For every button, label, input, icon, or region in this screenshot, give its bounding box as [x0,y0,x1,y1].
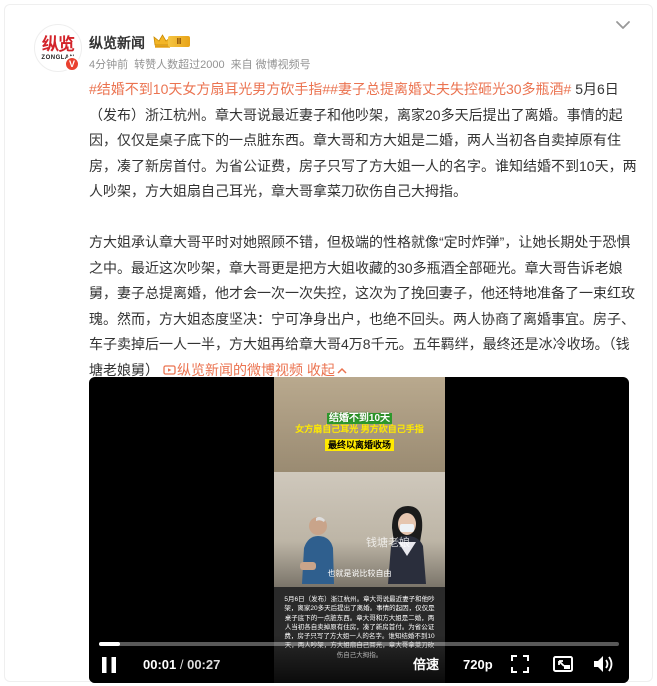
pip-button[interactable] [553,655,573,675]
post-paragraph-2: 方大姐承认章大哥平时对她照顾不错，但极端的性格就像“定时炸弹”，让她长期处于恐惧… [89,230,637,383]
duration: 00:27 [187,657,221,672]
level-badge: II [168,36,190,47]
repost-count: 转赞人数超过2000 [134,59,225,71]
post-text: #结婚不到10天女方扇耳光男方砍手指##妻子总提离婚丈夫失控砸光30多瓶酒# 5… [89,77,637,383]
quality-button[interactable]: 720p [463,655,493,675]
video-progress-fill [99,642,120,646]
username[interactable]: 纵览新闻 [89,33,145,53]
pause-icon [102,657,116,673]
avatar-logo-text: 纵览 [42,34,75,55]
hashtag-2[interactable]: #妻子总提离婚丈夫失控砸光30多瓶酒# [330,81,571,97]
video-overlay-title-2: 女方扇自己耳光 男方砍自己手指 [295,424,424,434]
video-progress-bar[interactable] [99,642,619,646]
video-link[interactable]: 纵览新闻的微博视频 [159,362,303,378]
time-separator: / [176,657,188,672]
video-player[interactable]: 结婚不到10天 女方扇自己耳光 男方砍自己手指 最终以离婚收场 钱塘老娘 也就是… [89,377,629,683]
volume-icon [594,656,613,672]
current-time: 00:01 [143,657,177,672]
post-paragraph-1: #结婚不到10天女方扇耳光男方砍手指##妻子总提离婚丈夫失控砸光30多瓶酒# 5… [89,77,637,205]
video-watermark: 钱塘老娘 [366,537,410,549]
weibo-post-card: 纵览 ZONGLAN V 纵览新闻 II 4分钟前 转赞人数超过2000 来自 微博… [0,0,657,686]
paragraph-1-lead: 5月 [571,81,597,97]
pip-icon [553,656,573,672]
collapse-label: 收起 [306,361,335,378]
video-scene: 钱塘老娘 也就是说比较自由 [274,472,445,587]
paragraph-2-body: 方大姐承认章大哥平时对她照顾不错，但极端的性格就像“定时炸弹”，让她长期处于恐惧… [89,234,635,378]
video-link-icon [163,364,176,375]
paragraph-1-body: 6日（发布）浙江杭州。章大哥说最近妻子和他吵架，离家20多天后提出了离婚。事情的… [89,81,637,199]
video-overlay-title-3-text: 最终以离婚收场 [324,439,394,451]
chevron-up-icon [337,367,347,374]
verified-badge-icon: V [64,56,80,72]
volume-button[interactable] [593,655,615,675]
post-source: 来自 微博视频号 [230,59,311,71]
video-overlay-title-3: 最终以离婚收场 [274,438,445,451]
video-subtitle: 也就是说比较自由 [327,569,392,578]
fullscreen-button[interactable] [511,655,529,675]
video-time: 00:01 / 00:27 [143,655,220,675]
post-time[interactable]: 4分钟前 [89,59,128,71]
collapse-button[interactable]: 收起 [307,362,347,378]
speed-button[interactable]: 倍速 [413,655,439,675]
pause-button[interactable] [101,655,117,675]
post-meta: 4分钟前 转赞人数超过2000 来自 微博视频号 [89,56,317,72]
chevron-down-icon[interactable] [615,20,631,30]
video-link-label: 纵览新闻的微博视频 [177,361,303,378]
fullscreen-icon [511,655,529,673]
hashtag-1[interactable]: #结婚不到10天女方扇耳光男方砍手指# [89,81,330,97]
